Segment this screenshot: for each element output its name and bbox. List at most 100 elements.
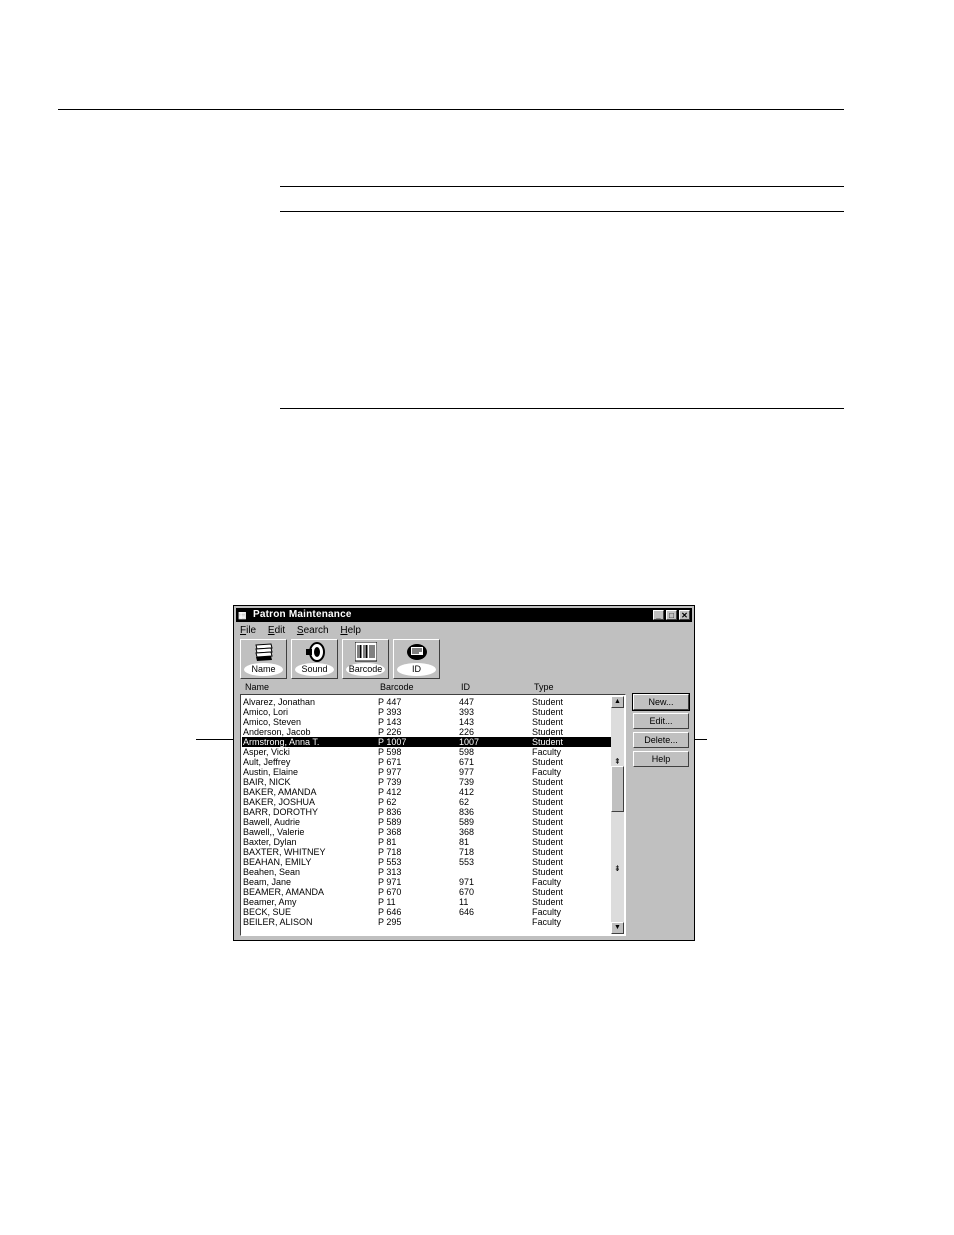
- patron-row[interactable]: Alvarez, Jonathan P 447 447 Student: [242, 697, 614, 707]
- patron-id: 977: [459, 767, 475, 777]
- patron-barcode: P 11: [378, 897, 396, 907]
- patron-name: Baxter, Dylan: [243, 837, 297, 847]
- patron-id: 671: [459, 757, 475, 767]
- patron-name: Amico, Steven: [243, 717, 302, 727]
- barcode-search-button[interactable]: Barcode: [342, 639, 389, 679]
- patron-barcode: P 412: [378, 787, 402, 797]
- id-search-button[interactable]: ID: [393, 639, 440, 679]
- patron-name: BAXTER, WHITNEY: [243, 847, 326, 857]
- patron-row[interactable]: Ault, Jeffrey P 671 671 Student: [242, 757, 614, 767]
- table-rule-top: [280, 186, 844, 187]
- edit-button[interactable]: Edit...: [633, 713, 689, 729]
- patron-name: Ault, Jeffrey: [243, 757, 291, 767]
- patron-type: Student: [532, 707, 564, 717]
- menu-bar: File Edit Search Help: [240, 624, 370, 638]
- patron-row[interactable]: Beam, Jane P 971 971 Faculty: [242, 877, 614, 887]
- page-up-icon[interactable]: ⇞: [614, 758, 621, 766]
- patron-id: 589: [459, 817, 475, 827]
- patron-row[interactable]: BEAMER, AMANDA P 670 670 Student: [242, 887, 614, 897]
- patron-type: Student: [532, 817, 564, 827]
- patron-row[interactable]: Beahen, Sean P 313 Student: [242, 867, 614, 877]
- card-catalog-icon: [255, 643, 273, 661]
- patron-barcode: P 836: [378, 807, 402, 817]
- speaker-icon: [306, 642, 325, 662]
- selected-patron-row[interactable]: Armstrong, Anna T. P 1007 1007 Student: [242, 737, 614, 747]
- column-header-id[interactable]: ID: [461, 682, 470, 692]
- patron-barcode: P 971: [378, 877, 402, 887]
- patron-row[interactable]: Asper, Vicki P 598 598 Faculty: [242, 747, 614, 757]
- name-search-button[interactable]: Name: [240, 639, 287, 679]
- patron-row[interactable]: Bawell, Audrie P 589 589 Student: [242, 817, 614, 827]
- column-header-type[interactable]: Type: [534, 682, 554, 692]
- title-bar[interactable]: ▦ Patron Maintenance _ □ ✕: [236, 608, 692, 622]
- patron-name: BECK, SUE: [243, 907, 292, 917]
- patron-barcode: P 671: [378, 757, 402, 767]
- patron-id: 393: [459, 707, 475, 717]
- patron-row[interactable]: Amico, Lori P 393 393 Student: [242, 707, 614, 717]
- scroll-up-button[interactable]: ▲: [611, 696, 624, 708]
- patron-row[interactable]: Bawell,, Valerie P 368 368 Student: [242, 827, 614, 837]
- patron-list[interactable]: Alvarez, Jonathan P 447 447 Student Amico, L…: [240, 694, 626, 936]
- vertical-scrollbar[interactable]: ▲ ⇞ ⇟ ▼: [611, 696, 624, 934]
- patron-name: BAIR, NICK: [243, 777, 291, 787]
- patron-row[interactable]: BAXTER, WHITNEY P 718 718 Student: [242, 847, 614, 857]
- patron-row[interactable]: Austin, Elaine P 977 977 Faculty: [242, 767, 614, 777]
- patron-type: Faculty: [532, 747, 562, 757]
- patron-row[interactable]: BEILER, ALISON P 295 Faculty: [242, 917, 614, 927]
- close-button[interactable]: ✕: [679, 610, 690, 620]
- patron-id: 598: [459, 747, 475, 757]
- patron-name: Beamer, Amy: [243, 897, 297, 907]
- sound-search-button[interactable]: Sound: [291, 639, 338, 679]
- new-button[interactable]: New...: [632, 693, 690, 711]
- patron-row[interactable]: Baxter, Dylan P 81 81 Student: [242, 837, 614, 847]
- patron-row[interactable]: BAKER, AMANDA P 412 412 Student: [242, 787, 614, 797]
- patron-name: Amico, Lori: [243, 707, 289, 717]
- patron-row[interactable]: BECK, SUE P 646 646 Faculty: [242, 907, 614, 917]
- scroll-thumb[interactable]: [611, 766, 624, 812]
- patron-type: Faculty: [532, 877, 562, 887]
- patron-row[interactable]: BAKER, JOSHUA P 62 62 Student: [242, 797, 614, 807]
- maximize-button[interactable]: □: [666, 610, 677, 620]
- patron-barcode: P 670: [378, 887, 402, 897]
- menu-edit[interactable]: Edit: [268, 625, 285, 636]
- page-down-icon[interactable]: ⇟: [614, 865, 621, 873]
- patron-type: Student: [532, 797, 564, 807]
- patron-id: 368: [459, 827, 475, 837]
- delete-button[interactable]: Delete...: [633, 732, 689, 748]
- barcode-icon: [355, 642, 377, 662]
- patron-barcode: P 598: [378, 747, 402, 757]
- patron-name: BEAHAN, EMILY: [243, 857, 312, 867]
- patron-id: 971: [459, 877, 475, 887]
- patron-row[interactable]: BARR, DOROTHY P 836 836 Student: [242, 807, 614, 817]
- patron-type: Student: [532, 837, 564, 847]
- patron-name: Bawell, Audrie: [243, 817, 301, 827]
- patron-id: 836: [459, 807, 475, 817]
- table-rule-bottom: [280, 408, 844, 409]
- patron-row[interactable]: Amico, Steven P 143 143 Student: [242, 717, 614, 727]
- menu-search[interactable]: Search: [297, 625, 329, 636]
- scroll-down-button[interactable]: ▼: [611, 922, 624, 934]
- patron-type: Student: [532, 737, 564, 747]
- patron-type: Faculty: [532, 767, 562, 777]
- menu-file[interactable]: File: [240, 625, 256, 636]
- patron-type: Student: [532, 827, 564, 837]
- table-rule-mid: [280, 211, 844, 212]
- window-title: Patron Maintenance: [253, 609, 352, 620]
- patron-row[interactable]: Beamer, Amy P 11 11 Student: [242, 897, 614, 907]
- patron-id: 739: [459, 777, 475, 787]
- column-header-name[interactable]: Name: [245, 682, 269, 692]
- patron-row[interactable]: Anderson, Jacob P 226 226 Student: [242, 727, 614, 737]
- column-header-barcode[interactable]: Barcode: [380, 682, 414, 692]
- patron-row[interactable]: BAIR, NICK P 739 739 Student: [242, 777, 614, 787]
- patron-name: BARR, DOROTHY: [243, 807, 319, 817]
- minimize-button[interactable]: _: [653, 610, 664, 620]
- patron-type: Student: [532, 787, 564, 797]
- patron-name: BEAMER, AMANDA: [243, 887, 325, 897]
- help-button[interactable]: Help: [633, 751, 689, 767]
- menu-help[interactable]: Help: [340, 625, 361, 636]
- patron-name: BEILER, ALISON: [243, 917, 313, 927]
- patron-row[interactable]: BEAHAN, EMILY P 553 553 Student: [242, 857, 614, 867]
- patron-type: Student: [532, 727, 564, 737]
- patron-barcode: P 1007: [378, 737, 407, 747]
- patron-barcode: P 313: [378, 867, 402, 877]
